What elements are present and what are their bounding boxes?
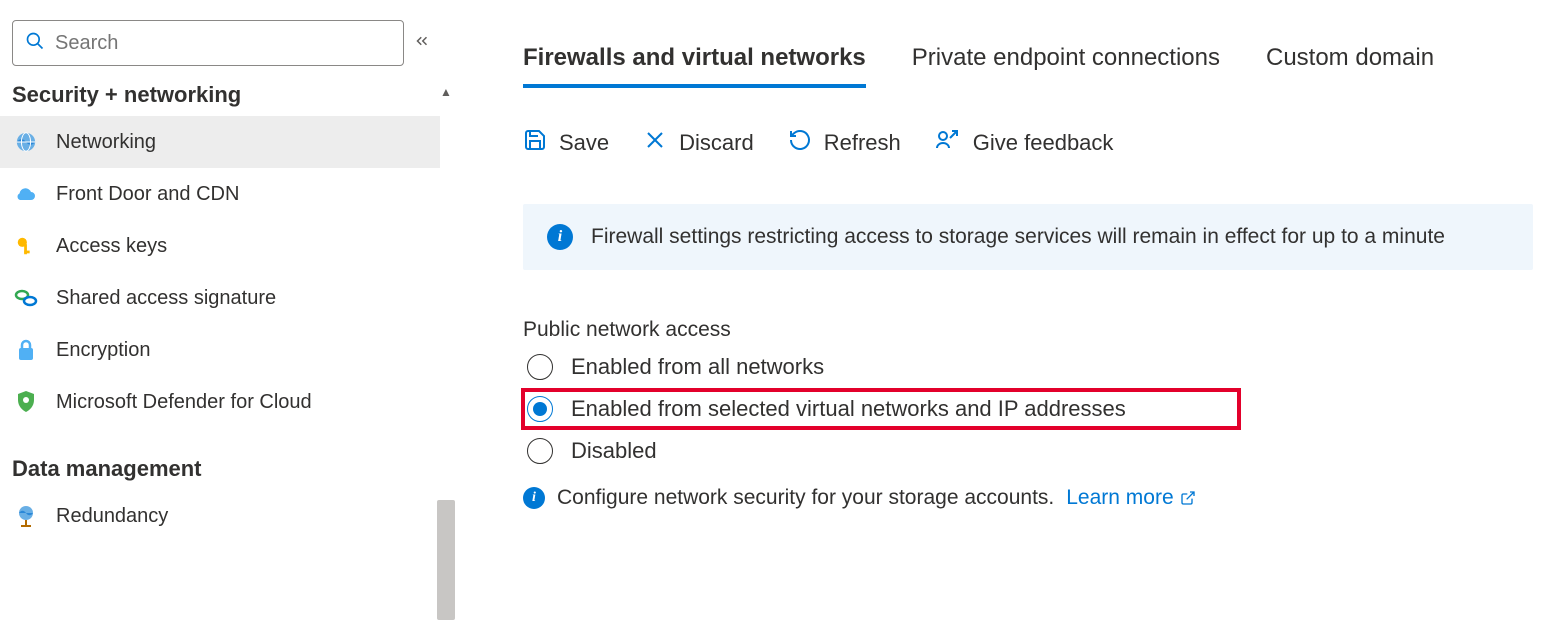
radio-option-disabled[interactable]: Disabled	[523, 430, 1545, 472]
lock-icon	[14, 338, 38, 362]
tabs: Firewalls and virtual networks Private e…	[523, 44, 1545, 88]
save-label: Save	[559, 130, 609, 156]
info-banner: i Firewall settings restricting access t…	[523, 204, 1533, 270]
sidebar-item-label: Encryption	[56, 339, 151, 362]
sidebar-item-label: Microsoft Defender for Cloud	[56, 391, 312, 414]
refresh-label: Refresh	[824, 130, 901, 156]
radio-label: Enabled from selected virtual networks a…	[571, 396, 1126, 422]
sidebar-item-label: Front Door and CDN	[56, 183, 239, 206]
sidebar-section-data-management: Data management	[0, 450, 455, 490]
sidebar: Security + networking Networking Front D…	[0, 0, 455, 618]
tab-firewalls[interactable]: Firewalls and virtual networks	[523, 44, 866, 88]
radio-input[interactable]	[527, 354, 553, 380]
sidebar-item-encryption[interactable]: Encryption	[0, 324, 440, 376]
radio-input[interactable]	[527, 438, 553, 464]
sidebar-item-networking[interactable]: Networking	[0, 116, 440, 168]
scroll-up-icon[interactable]: ▲	[437, 80, 455, 104]
sidebar-item-defender[interactable]: Microsoft Defender for Cloud	[0, 376, 440, 428]
search-icon	[25, 31, 45, 56]
sidebar-item-front-door[interactable]: Front Door and CDN	[0, 168, 440, 220]
discard-button[interactable]: Discard	[643, 128, 754, 158]
tab-custom-domain[interactable]: Custom domain	[1266, 44, 1434, 88]
public-network-access-group: Public network access Enabled from all n…	[523, 318, 1545, 510]
hint-row: i Configure network security for your st…	[523, 486, 1545, 510]
discard-label: Discard	[679, 130, 754, 156]
sidebar-item-label: Shared access signature	[56, 287, 276, 310]
sidebar-section-security-networking: Security + networking	[0, 76, 455, 116]
info-banner-text: Firewall settings restricting access to …	[591, 225, 1445, 249]
shield-icon	[14, 390, 38, 414]
info-icon: i	[547, 224, 573, 250]
search-box[interactable]	[12, 20, 404, 66]
radio-option-all-networks[interactable]: Enabled from all networks	[523, 346, 1545, 388]
radio-option-selected-vnets[interactable]: Enabled from selected virtual networks a…	[521, 388, 1241, 430]
form-group-label: Public network access	[523, 318, 1545, 342]
radio-label: Enabled from all networks	[571, 354, 824, 380]
radio-input[interactable]	[527, 396, 553, 422]
discard-icon	[643, 128, 667, 158]
sidebar-item-label: Redundancy	[56, 505, 168, 528]
sidebar-scrollbar[interactable]: ▲	[437, 80, 455, 618]
search-input[interactable]	[55, 32, 391, 55]
feedback-button[interactable]: Give feedback	[935, 128, 1114, 158]
info-icon: i	[523, 487, 545, 509]
key-icon	[14, 234, 38, 258]
sidebar-item-access-keys[interactable]: Access keys	[0, 220, 440, 272]
learn-more-link[interactable]: Learn more	[1066, 486, 1195, 510]
save-icon	[523, 128, 547, 158]
radio-label: Disabled	[571, 438, 657, 464]
tab-private-endpoint[interactable]: Private endpoint connections	[912, 44, 1220, 88]
globe-icon	[14, 130, 38, 154]
learn-more-label: Learn more	[1066, 486, 1173, 510]
cloud-icon	[14, 182, 38, 206]
feedback-label: Give feedback	[973, 130, 1114, 156]
hint-text: Configure network security for your stor…	[557, 486, 1054, 510]
external-link-icon	[1180, 490, 1196, 506]
globe-stand-icon	[14, 504, 38, 528]
main-content: Firewalls and virtual networks Private e…	[455, 0, 1545, 618]
feedback-icon	[935, 128, 961, 158]
refresh-button[interactable]: Refresh	[788, 128, 901, 158]
save-button[interactable]: Save	[523, 128, 609, 158]
sidebar-item-sas[interactable]: Shared access signature	[0, 272, 440, 324]
sidebar-item-label: Networking	[56, 131, 156, 154]
sidebar-item-label: Access keys	[56, 235, 167, 258]
refresh-icon	[788, 128, 812, 158]
scroll-thumb[interactable]	[437, 500, 455, 620]
toolbar: Save Discard Refresh Give feedback	[523, 128, 1545, 158]
sidebar-item-redundancy[interactable]: Redundancy	[0, 490, 440, 542]
collapse-sidebar-icon[interactable]	[413, 32, 431, 55]
link-icon	[14, 286, 38, 310]
